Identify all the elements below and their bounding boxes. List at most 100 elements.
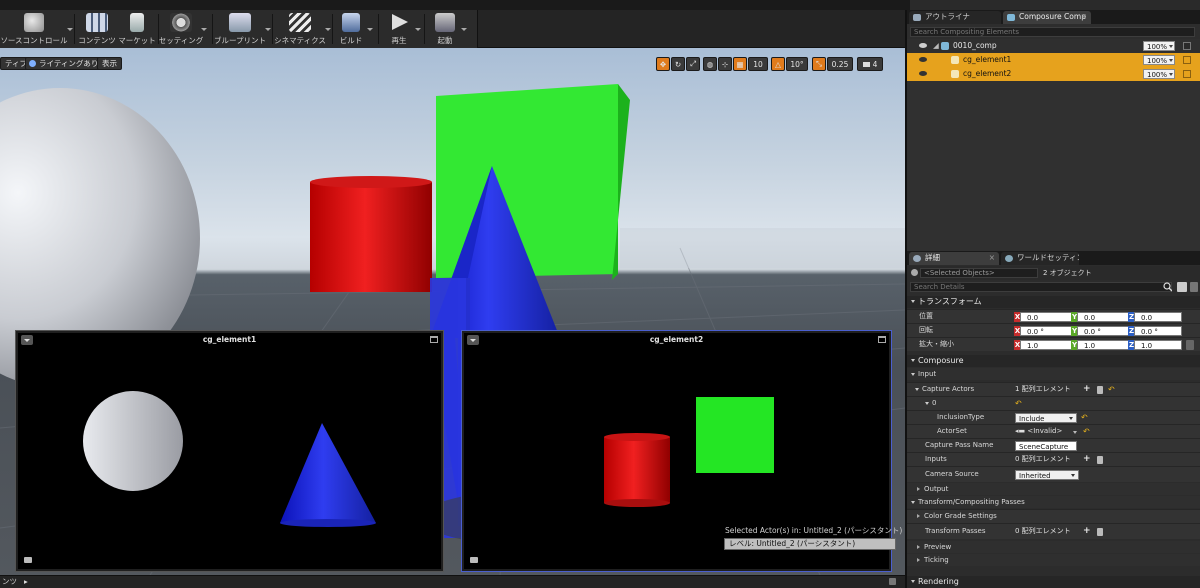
blueprint-button[interactable]: ブループリント xyxy=(214,12,271,46)
list-item-cg-element2[interactable]: cg_element2 100% xyxy=(907,67,1200,81)
content-button[interactable]: コンテンツ xyxy=(78,12,116,46)
rotation-snap-icon[interactable]: △ xyxy=(771,57,785,71)
launch-button[interactable]: 起動 xyxy=(430,12,467,46)
close-icon[interactable]: × xyxy=(1081,11,1087,23)
rendering-section-header[interactable]: Rendering xyxy=(907,576,1200,588)
color-grade-label[interactable]: Color Grade Settings xyxy=(924,512,997,520)
chevron-down-icon[interactable] xyxy=(1169,73,1173,76)
enable-checkbox[interactable] xyxy=(1183,42,1191,50)
rotation-z-field[interactable]: 0.0 ° xyxy=(1134,326,1182,336)
grid-snap-value[interactable]: 10 xyxy=(748,57,768,71)
search-icon[interactable] xyxy=(1163,282,1173,292)
marketplace-button[interactable]: マーケット xyxy=(118,12,156,46)
chevron-down-icon[interactable] xyxy=(1073,431,1077,434)
maximize-icon[interactable] xyxy=(878,336,886,343)
close-icon[interactable]: × xyxy=(989,252,995,264)
transform-passes-label[interactable]: Transform Passes xyxy=(925,525,986,538)
camera-source-dropdown[interactable]: Inherited xyxy=(1015,470,1079,480)
composite-preview-cg-element1[interactable]: cg_element1 xyxy=(15,330,444,572)
view-mode-dropdown[interactable]: ライティングあり xyxy=(25,57,104,70)
view-options-icon[interactable] xyxy=(1177,282,1187,292)
index-label[interactable]: 0 xyxy=(932,399,936,407)
section-title: Composure xyxy=(918,356,964,365)
visibility-eye-icon[interactable] xyxy=(919,43,927,48)
scale-z-field[interactable]: 1.0 xyxy=(1134,340,1182,350)
lock-icon[interactable] xyxy=(889,578,896,585)
trash-icon[interactable] xyxy=(1097,528,1103,536)
composure-section-header[interactable]: Composure xyxy=(907,355,1200,367)
show-dropdown[interactable]: 表示 xyxy=(97,57,122,70)
tab-world-settings[interactable]: ワールドセッティング xyxy=(1001,252,1079,265)
inclusion-type-dropdown[interactable]: Include xyxy=(1015,413,1077,423)
add-element-icon[interactable]: + xyxy=(1083,383,1091,396)
scale-y-field[interactable]: 1.0 xyxy=(1077,340,1129,350)
ticking-category[interactable]: Ticking xyxy=(907,554,1200,566)
scale-snap-icon[interactable]: ⤡ xyxy=(812,57,826,71)
chevron-right-icon[interactable]: ▸ xyxy=(24,576,28,588)
preview-category[interactable]: Preview xyxy=(907,541,1200,553)
enable-checkbox[interactable] xyxy=(1183,70,1191,78)
compositing-search-input[interactable]: Search Compositing Elements xyxy=(910,27,1195,37)
visibility-eye-icon[interactable] xyxy=(919,57,927,62)
reset-icon[interactable]: ↶ xyxy=(1083,425,1090,438)
enable-checkbox[interactable] xyxy=(1183,56,1191,64)
rotation-y-field[interactable]: 0.0 ° xyxy=(1077,326,1129,336)
inputs-label[interactable]: Inputs xyxy=(925,453,947,466)
capture-actors-label[interactable]: Capture Actors xyxy=(922,385,974,393)
location-y-field[interactable]: 0.0 xyxy=(1077,312,1129,322)
settings-button[interactable]: セッティング xyxy=(159,12,207,46)
rotation-snap-value[interactable]: 10° xyxy=(786,57,808,71)
trash-icon[interactable] xyxy=(1097,386,1103,394)
cg-element1-render xyxy=(83,391,376,527)
chevron-down-icon[interactable] xyxy=(1169,45,1173,48)
rotate-tool-icon[interactable]: ↻ xyxy=(671,57,685,71)
add-element-icon[interactable]: + xyxy=(1083,453,1091,466)
list-item-cg-element1[interactable]: cg_element1 100% xyxy=(907,53,1200,67)
add-element-icon[interactable]: + xyxy=(1083,525,1091,538)
maximize-icon[interactable] xyxy=(430,336,438,343)
location-label[interactable]: 位置 xyxy=(919,310,933,323)
reset-icon[interactable]: ↶ xyxy=(1081,411,1088,424)
content-drawer-label[interactable]: ンツ xyxy=(2,576,17,588)
camera-speed-button[interactable]: 4 xyxy=(857,57,883,71)
scale-snap-value[interactable]: 0.25 xyxy=(827,57,853,71)
tab-outliner[interactable]: アウトライナ xyxy=(909,11,1001,24)
input-category[interactable]: Input xyxy=(907,368,1200,380)
actor-set-label: ActorSet xyxy=(937,427,967,435)
transform-passes-category[interactable]: Transform/Compositing Passes xyxy=(907,496,1200,508)
rotation-x-field[interactable]: 0.0 ° xyxy=(1020,326,1072,336)
output-category[interactable]: Output xyxy=(907,483,1200,495)
scale-x-field[interactable]: 1.0 xyxy=(1020,340,1072,350)
visibility-eye-icon[interactable] xyxy=(919,71,927,76)
source-control-button[interactable]: ソースコントロール xyxy=(0,12,73,46)
list-item-0010-comp[interactable]: ◢ 0010_comp 100% xyxy=(907,39,1200,53)
play-button[interactable]: 再生 xyxy=(384,12,421,46)
expand-arrow-icon[interactable]: ◢ xyxy=(933,39,939,53)
surface-snap-icon[interactable]: ⊹ xyxy=(718,57,732,71)
level-viewport[interactable]: ティブ ライティングあり 表示 ✥ ↻ ⤢ ◍ ⊹ ▦ 10 △ 10° ⤡ 0… xyxy=(0,48,905,575)
selected-objects-field[interactable]: <Selected Objects> xyxy=(920,268,1038,278)
tab-composure[interactable]: Composure Comp × xyxy=(1003,11,1091,24)
reset-icon[interactable]: ↶ xyxy=(1015,397,1022,410)
lock-scale-icon[interactable] xyxy=(1186,340,1194,350)
cinematics-button[interactable]: シネマティクス xyxy=(274,12,331,46)
tab-details[interactable]: 詳細 × xyxy=(909,252,999,265)
scale-label[interactable]: 拡大・縮小 xyxy=(919,338,954,351)
chevron-down-icon[interactable] xyxy=(1169,59,1173,62)
grid-snap-icon[interactable]: ▦ xyxy=(733,57,747,71)
trash-icon[interactable] xyxy=(1097,456,1103,464)
actor-set-picker[interactable]: ◂▬ <Invalid> xyxy=(1015,425,1062,438)
transform-section-header[interactable]: トランスフォーム xyxy=(907,296,1200,308)
details-search-input[interactable]: Search Details xyxy=(910,282,1172,292)
world-local-icon[interactable]: ◍ xyxy=(703,57,717,71)
location-x-field[interactable]: 0.0 xyxy=(1020,312,1072,322)
build-button[interactable]: ビルド xyxy=(336,12,373,46)
settings-icon[interactable] xyxy=(1190,282,1198,292)
translate-tool-icon[interactable]: ✥ xyxy=(656,57,670,71)
capture-pass-name-field[interactable]: SceneCapture xyxy=(1015,441,1077,451)
scale-tool-icon[interactable]: ⤢ xyxy=(686,57,700,71)
lit-mode-icon xyxy=(29,60,36,67)
rotation-label[interactable]: 回転 xyxy=(919,324,933,337)
location-z-field[interactable]: 0.0 xyxy=(1134,312,1182,322)
reset-icon[interactable]: ↶ xyxy=(1108,383,1115,396)
